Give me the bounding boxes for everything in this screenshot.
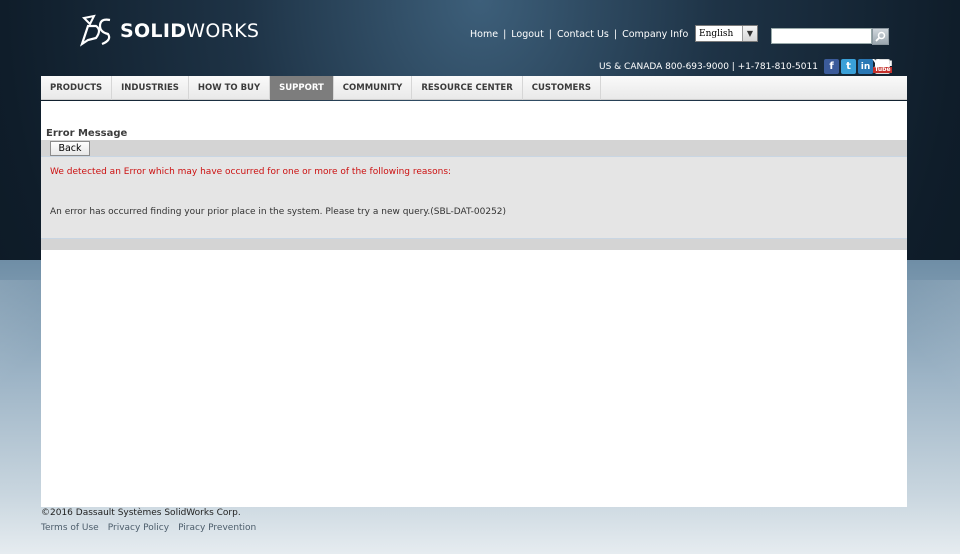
- language-select[interactable]: English ▼: [695, 25, 758, 42]
- language-value: English: [699, 28, 734, 39]
- ds-logo-icon: [80, 14, 111, 47]
- background-decoration-right: [907, 280, 960, 420]
- facebook-icon[interactable]: f: [824, 59, 839, 74]
- nav-item-community[interactable]: COMMUNITY: [334, 76, 413, 100]
- back-button[interactable]: Back: [50, 141, 90, 156]
- main-nav: PRODUCTS INDUSTRIES HOW TO BUY SUPPORT C…: [41, 76, 907, 100]
- nav-item-how-to-buy[interactable]: HOW TO BUY: [189, 76, 271, 100]
- top-links: Home | Logout | Contact Us | Company Inf…: [470, 29, 688, 40]
- nav-item-products[interactable]: PRODUCTS: [41, 76, 113, 100]
- chevron-down-icon: ▼: [742, 26, 757, 41]
- separator: |: [613, 29, 618, 40]
- footer-links: Terms of Use Privacy Policy Piracy Preve…: [41, 523, 256, 533]
- separator: |: [503, 29, 507, 40]
- toolbar-bar: [41, 140, 907, 156]
- page-title: Error Message: [46, 128, 128, 139]
- home-link[interactable]: Home: [470, 29, 498, 40]
- copyright-text: ©2016 Dassault Systèmes SolidWorks Corp.: [41, 508, 241, 518]
- phone-numbers: US & CANADA 800-693-9000 | +1-781-810-50…: [599, 62, 818, 72]
- contact-us-link[interactable]: Contact Us: [557, 29, 609, 40]
- logo-text-light: WORKS: [186, 20, 260, 42]
- error-detail-text: An error has occurred finding your prior…: [50, 207, 507, 217]
- nav-item-customers[interactable]: CUSTOMERS: [523, 76, 601, 100]
- background-decoration-left: [0, 280, 41, 420]
- linkedin-icon[interactable]: in: [858, 59, 873, 74]
- nav-item-industries[interactable]: INDUSTRIES: [112, 76, 189, 100]
- nav-item-support[interactable]: SUPPORT: [270, 76, 334, 100]
- separator: |: [548, 29, 552, 40]
- company-info-link[interactable]: Company Info: [622, 29, 688, 40]
- search-icon: [875, 31, 886, 42]
- error-intro-text: We detected an Error which may have occu…: [50, 167, 452, 177]
- logo-wordmark: SOLIDWORKS: [120, 20, 259, 42]
- social-links: f t in You Tube: [824, 58, 893, 74]
- twitter-icon[interactable]: t: [841, 59, 856, 74]
- privacy-policy-link[interactable]: Privacy Policy: [108, 523, 169, 533]
- piracy-prevention-link[interactable]: Piracy Prevention: [178, 523, 256, 533]
- main-content: Error Message Back We detected an Error …: [41, 101, 907, 507]
- logo-text-bold: SOLID: [120, 20, 187, 42]
- nav-item-resource-center[interactable]: RESOURCE CENTER: [412, 76, 523, 100]
- solidworks-logo[interactable]: SOLIDWORKS: [80, 14, 259, 48]
- error-panel: We detected an Error which may have occu…: [41, 156, 907, 238]
- search-input[interactable]: [771, 28, 872, 44]
- panel-footer-bar: [41, 238, 907, 250]
- terms-of-use-link[interactable]: Terms of Use: [41, 523, 99, 533]
- search-button[interactable]: [872, 28, 889, 45]
- youtube-icon[interactable]: You Tube: [872, 58, 893, 74]
- logout-link[interactable]: Logout: [511, 29, 544, 40]
- youtube-icon-tube: Tube: [873, 66, 892, 73]
